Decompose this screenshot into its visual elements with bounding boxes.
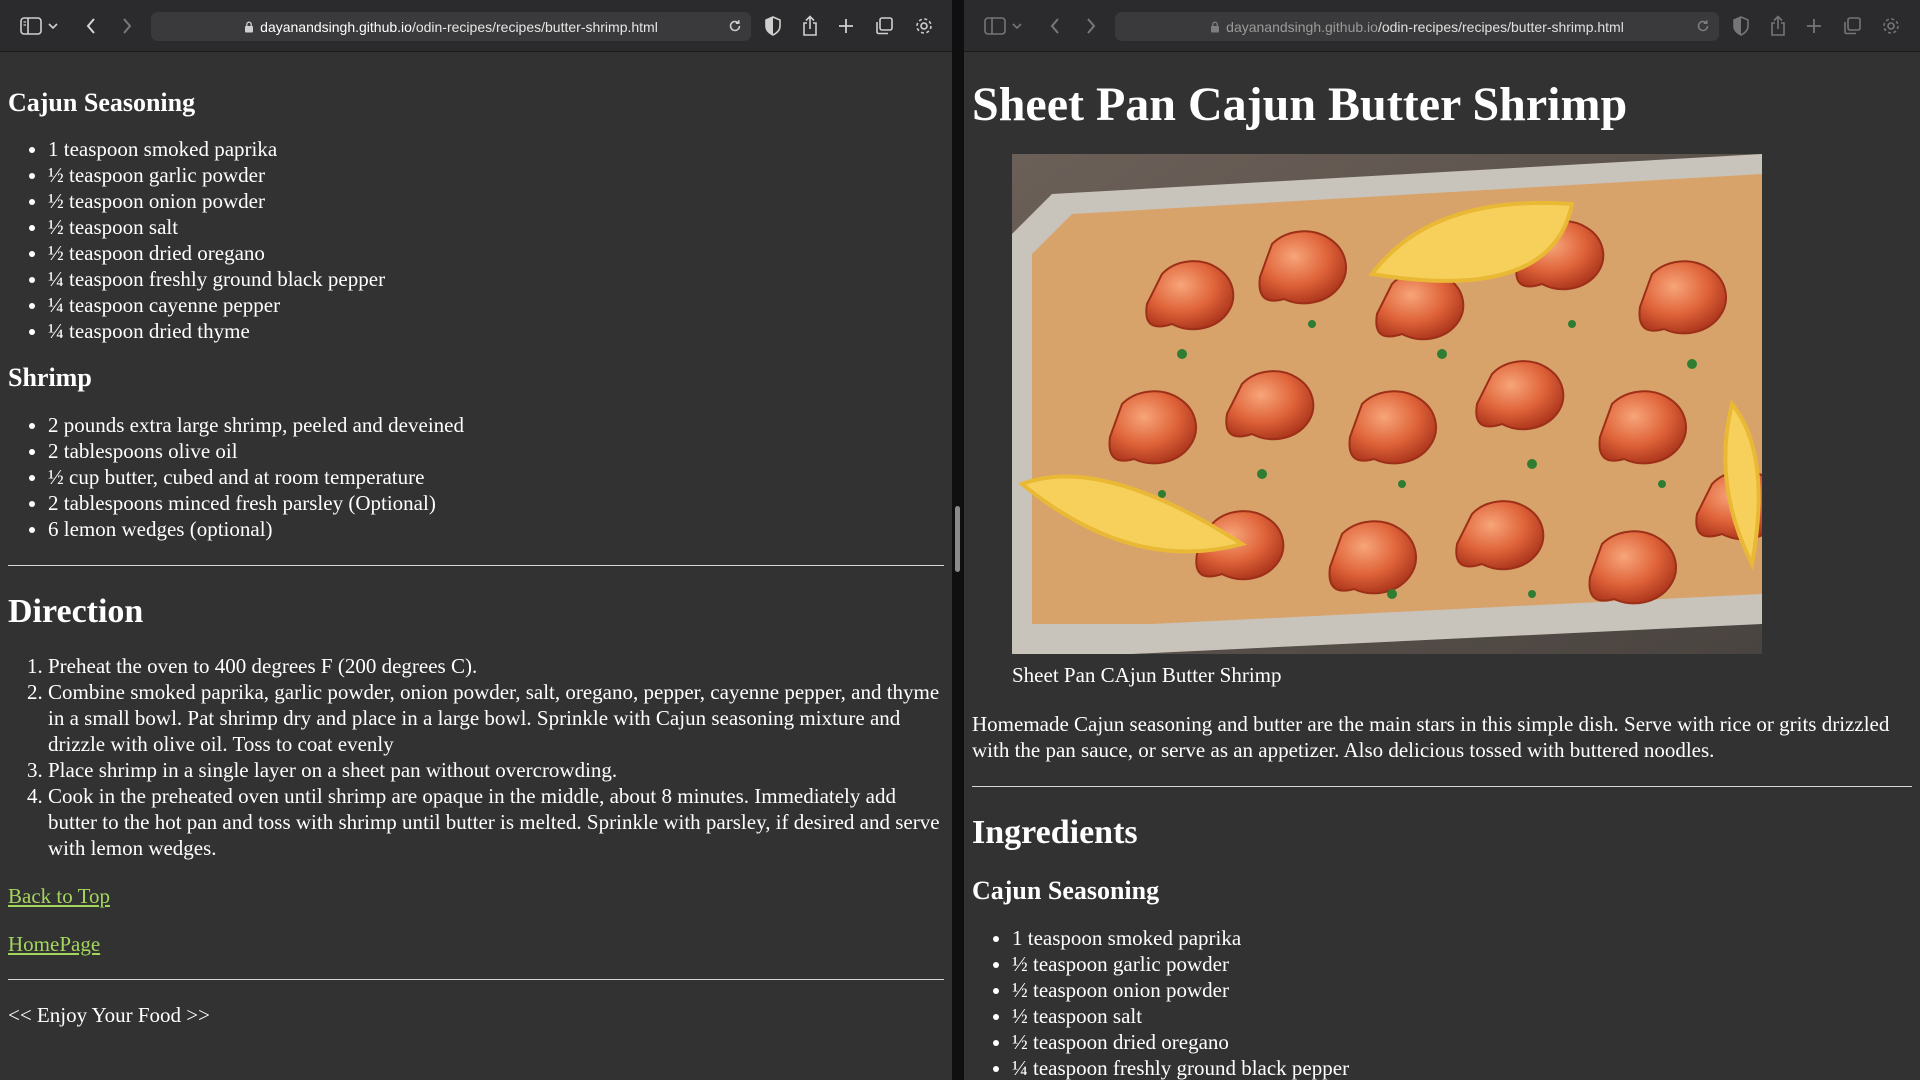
- list-item: ½ teaspoon dried oregano: [1012, 1029, 1912, 1055]
- clipped-heading: [8, 53, 944, 81]
- list-item: 1 teaspoon smoked paprika: [48, 136, 944, 162]
- shrimp-ingredients-list: 2 pounds extra large shrimp, peeled and …: [8, 412, 944, 542]
- back-icon[interactable]: [78, 13, 104, 39]
- privacy-shield-icon[interactable]: [760, 13, 786, 39]
- list-item: ¼ teaspoon freshly ground black pepper: [48, 266, 944, 292]
- chevron-down-icon[interactable]: [1010, 13, 1024, 39]
- cajun-seasoning-heading: Cajun Seasoning: [972, 876, 1160, 906]
- browser-window-left: dayanandsingh.github.io/odin-recipes/rec…: [0, 0, 952, 1080]
- list-item: ½ teaspoon salt: [1012, 1003, 1912, 1029]
- sidebar-toggle-icon[interactable]: [982, 13, 1008, 39]
- url-host: dayanandsingh.github.io: [1226, 18, 1378, 35]
- reload-icon[interactable]: [1695, 18, 1711, 37]
- shrimp-photo: [1012, 153, 1762, 654]
- lock-icon: [244, 21, 254, 33]
- back-to-top-link[interactable]: Back to Top: [8, 884, 110, 908]
- divider: [8, 979, 944, 981]
- list-item: ½ teaspoon dried oregano: [48, 240, 944, 266]
- share-icon[interactable]: [1765, 13, 1791, 39]
- page-content-right: Sheet Pan Cajun Butter Shrimp Sheet Pan …: [964, 53, 1920, 1080]
- list-item: 2 tablespoons olive oil: [48, 438, 944, 464]
- new-tab-icon[interactable]: [833, 13, 859, 39]
- tab-overview-icon[interactable]: [1839, 13, 1865, 39]
- gear-icon[interactable]: [911, 13, 937, 39]
- shrimp-heading: Shrimp: [8, 363, 92, 393]
- divider-handle[interactable]: [955, 506, 960, 572]
- browser-window-right: dayanandsingh.github.io/odin-recipes/rec…: [964, 0, 1920, 1080]
- split-view-divider[interactable]: [952, 0, 964, 1080]
- address-bar[interactable]: dayanandsingh.github.io/odin-recipes/rec…: [1115, 12, 1719, 41]
- back-icon[interactable]: [1042, 13, 1068, 39]
- list-item: 6 lemon wedges (optional): [48, 516, 944, 542]
- url-path: /odin-recipes/recipes/butter-shrimp.html: [1377, 18, 1624, 35]
- browser-toolbar: dayanandsingh.github.io/odin-recipes/rec…: [964, 0, 1920, 52]
- tab-overview-icon[interactable]: [871, 13, 897, 39]
- list-item: ¼ teaspoon dried thyme: [48, 318, 944, 344]
- cajun-ingredients-list: 1 teaspoon smoked paprika½ teaspoon garl…: [972, 925, 1912, 1080]
- new-tab-icon[interactable]: [1801, 13, 1827, 39]
- reload-icon[interactable]: [727, 18, 743, 37]
- page-title: Sheet Pan Cajun Butter Shrimp: [972, 78, 1628, 131]
- intro-paragraph: Homemade Cajun seasoning and butter are …: [972, 711, 1890, 762]
- chevron-down-icon[interactable]: [46, 13, 60, 39]
- list-item: ½ teaspoon onion powder: [1012, 977, 1912, 1003]
- direction-step: Preheat the oven to 400 degrees F (200 d…: [48, 653, 944, 679]
- direction-step: Combine smoked paprika, garlic powder, o…: [48, 679, 944, 757]
- list-item: 2 pounds extra large shrimp, peeled and …: [48, 412, 944, 438]
- url-host: dayanandsingh.github.io: [260, 18, 412, 35]
- address-bar[interactable]: dayanandsingh.github.io/odin-recipes/rec…: [151, 12, 751, 41]
- browser-toolbar: dayanandsingh.github.io/odin-recipes/rec…: [0, 0, 952, 52]
- image-caption: Sheet Pan CAjun Butter Shrimp: [1012, 662, 1282, 687]
- list-item: ½ teaspoon onion powder: [48, 188, 944, 214]
- divider: [972, 785, 1912, 787]
- lock-icon: [1210, 21, 1220, 33]
- direction-step: Cook in the preheated oven until shrimp …: [48, 783, 944, 861]
- list-item: ¼ teaspoon cayenne pepper: [48, 292, 944, 318]
- gear-icon[interactable]: [1878, 13, 1904, 39]
- list-item: ¼ teaspoon freshly ground black pepper: [1012, 1055, 1912, 1080]
- privacy-shield-icon[interactable]: [1728, 13, 1754, 39]
- cajun-ingredients-list: 1 teaspoon smoked paprika½ teaspoon garl…: [8, 136, 944, 344]
- list-item: 2 tablespoons minced fresh parsley (Opti…: [48, 490, 944, 516]
- list-item: ½ teaspoon garlic powder: [48, 162, 944, 188]
- sidebar-toggle-icon[interactable]: [18, 13, 44, 39]
- list-item: ½ cup butter, cubed and at room temperat…: [48, 464, 944, 490]
- footer-text: << Enjoy Your Food >>: [8, 1003, 210, 1028]
- list-item: ½ teaspoon salt: [48, 214, 944, 240]
- directions-list: Preheat the oven to 400 degrees F (200 d…: [8, 653, 944, 861]
- direction-step: Place shrimp in a single layer on a shee…: [48, 757, 944, 783]
- recipe-figure: Sheet Pan CAjun Butter Shrimp: [1012, 153, 1912, 688]
- homepage-link[interactable]: HomePage: [8, 932, 100, 956]
- forward-icon[interactable]: [1078, 13, 1104, 39]
- direction-heading: Direction: [8, 593, 144, 631]
- ingredients-heading: Ingredients: [972, 813, 1138, 851]
- url-path: /odin-recipes/recipes/butter-shrimp.html: [411, 18, 658, 35]
- share-icon[interactable]: [797, 13, 823, 39]
- divider: [8, 565, 944, 567]
- page-content-left: Cajun Seasoning 1 teaspoon smoked paprik…: [0, 53, 952, 1080]
- cajun-seasoning-heading: Cajun Seasoning: [8, 88, 196, 117]
- forward-icon[interactable]: [114, 13, 140, 39]
- list-item: 1 teaspoon smoked paprika: [1012, 925, 1912, 951]
- list-item: ½ teaspoon garlic powder: [1012, 951, 1912, 977]
